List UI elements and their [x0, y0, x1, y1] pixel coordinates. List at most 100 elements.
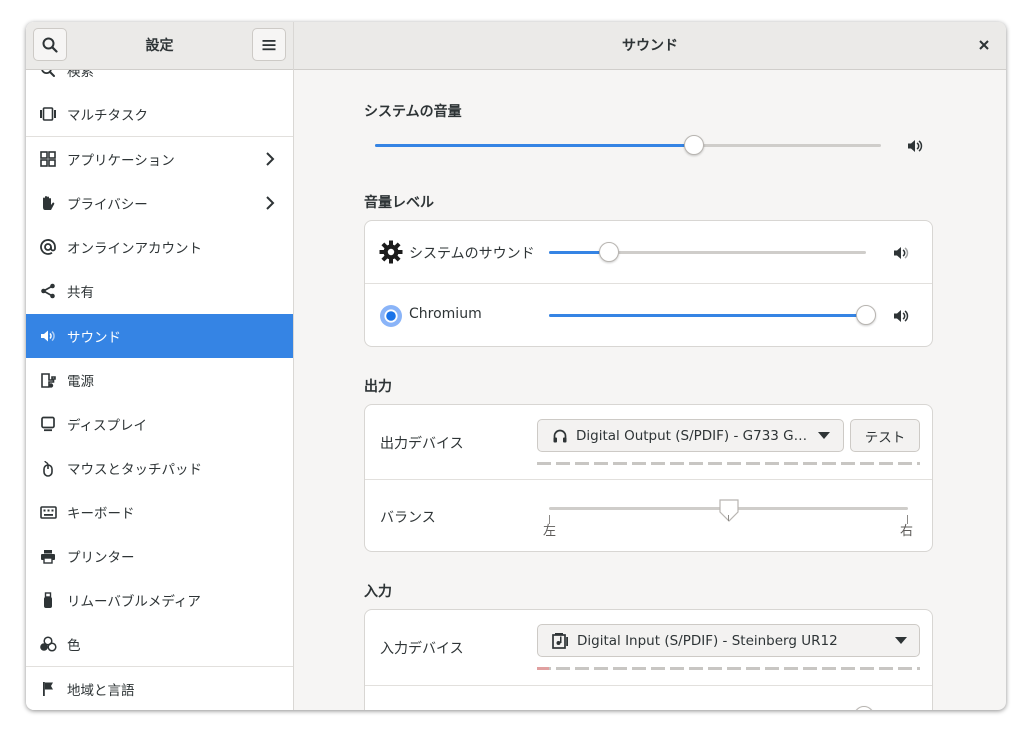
sidebar-item-label: リムーバブルメディア [67, 594, 201, 610]
sidebar-item-online-accounts[interactable]: オンラインアカウント [26, 225, 293, 269]
sidebar-item-mouse-touchpad[interactable]: マウスとタッチパッド [26, 446, 293, 490]
output-heading: 出力 [364, 379, 392, 395]
speaker-icon [892, 244, 910, 262]
output-device-value: Digital Output (S/PDIF) - G733 Gaming He… [576, 427, 808, 444]
sidebar-item-label: マウスとタッチパッド [67, 462, 202, 478]
sidebar-item-search[interactable]: 検索 [26, 70, 293, 92]
sidebar-item-label: プリンター [67, 550, 135, 566]
headphones-icon [553, 429, 567, 442]
sidebar-item-label: マルチタスク [67, 108, 148, 124]
volume-levels-card: システムのサウンド Chromium [364, 220, 933, 347]
sidebar-item-removable-media[interactable]: リムーバブルメディア [26, 578, 293, 622]
slider-fill [375, 144, 694, 147]
apps-grid-icon [39, 150, 57, 168]
sidebar-item-color[interactable]: 色 [26, 622, 293, 666]
sidebar-item-label: ディスプレイ [67, 418, 148, 434]
keyboard-icon [39, 503, 57, 521]
chromium-label: Chromium [409, 306, 482, 322]
sidebar-item-printers[interactable]: プリンター [26, 534, 293, 578]
sidebar-item-label: プライバシー [67, 197, 148, 213]
volume-levels-heading: 音量レベル [364, 195, 434, 211]
flag-icon [39, 680, 57, 698]
input-volume-knob[interactable] [854, 706, 874, 710]
output-device-label: 出力デバイス [380, 436, 464, 452]
page-title: サウンド [622, 38, 678, 54]
sidebar-item-label: 電源 [67, 374, 94, 390]
sidebar-header: 設定 [26, 22, 293, 70]
balance-tick-center [728, 515, 729, 521]
sidebar-item-label: サウンド [67, 330, 121, 346]
sidebar-item-label: アプリケーション [67, 153, 175, 169]
sidebar-item-sound[interactable]: サウンド [26, 314, 293, 358]
main-menu-button[interactable] [252, 28, 286, 61]
multitasking-icon [39, 105, 57, 123]
chevron-right-icon [266, 196, 275, 210]
input-level-meter [537, 667, 920, 670]
balance-label: バランス [380, 510, 436, 526]
sidebar-item-power[interactable]: 電源 [26, 358, 293, 402]
balance-left-label: 左 [543, 524, 557, 539]
sidebar-item-label: 色 [67, 638, 81, 654]
input-device-dropdown[interactable]: Digital Input (S/PDIF) - Steinberg UR12 [537, 624, 920, 657]
main-header: サウンド [294, 22, 1006, 70]
input-device-label: 入力デバイス [380, 641, 464, 657]
balance-slider[interactable] [549, 499, 908, 522]
sidebar-item-label: 地域と言語 [67, 683, 135, 699]
slider-fill [549, 314, 866, 317]
sidebar-item-applications[interactable]: アプリケーション [26, 137, 293, 181]
sidebar-item-keyboard[interactable]: キーボード [26, 490, 293, 534]
sidebar-item-sharing[interactable]: 共有 [26, 269, 293, 313]
hamburger-menu-icon [262, 39, 276, 50]
printer-icon [39, 547, 57, 565]
usb-drive-icon [39, 591, 57, 609]
row-separator [365, 283, 932, 284]
sidebar: 設定 検索 マルチタスク アプリケーション プライバシー オンラインアカウント … [26, 22, 294, 710]
sidebar-item-privacy[interactable]: プライバシー [26, 181, 293, 225]
output-device-dropdown[interactable]: Digital Output (S/PDIF) - G733 Gaming He… [537, 419, 844, 452]
speaker-icon [892, 307, 910, 325]
balance-right-label: 右 [900, 524, 914, 539]
row-separator [365, 479, 932, 480]
output-level-meter [537, 462, 920, 465]
slider-knob[interactable] [856, 305, 876, 325]
input-device-value: Digital Input (S/PDIF) - Steinberg UR12 [577, 632, 838, 649]
mouse-icon [39, 459, 57, 477]
test-button[interactable]: テスト [850, 419, 920, 452]
system-volume-slider[interactable] [375, 135, 881, 155]
gear-icon [379, 240, 403, 264]
sidebar-item-label: 共有 [67, 285, 94, 301]
system-volume-heading: システムの音量 [364, 104, 462, 120]
sidebar-list: 検索 マルチタスク アプリケーション プライバシー オンラインアカウント 共有 … [26, 70, 293, 710]
chromium-slider[interactable] [549, 305, 876, 325]
close-icon [979, 40, 989, 50]
chromium-icon [380, 305, 402, 327]
power-plug-icon [39, 371, 57, 389]
sidebar-item-multitasking[interactable]: マルチタスク [26, 92, 293, 136]
sidebar-item-label: 検索 [67, 70, 94, 80]
sidebar-item-label: オンラインアカウント [67, 241, 202, 257]
input-heading: 入力 [364, 584, 392, 600]
input-card: 入力デバイス Digital Input (S/PDIF) - Steinber… [364, 609, 933, 710]
chevron-right-icon [266, 152, 275, 166]
sidebar-item-displays[interactable]: ディスプレイ [26, 402, 293, 446]
color-icon [39, 635, 57, 653]
slider-knob[interactable] [599, 242, 620, 262]
system-sounds-slider[interactable] [549, 242, 866, 262]
at-icon [39, 238, 57, 256]
row-separator [365, 685, 932, 686]
input-level-peak [537, 667, 549, 670]
speaker-icon [906, 137, 924, 155]
output-card: 出力デバイス Digital Output (S/PDIF) - G733 Ga… [364, 404, 933, 552]
audio-card-icon [552, 633, 568, 649]
slider-knob[interactable] [683, 135, 704, 155]
close-button[interactable] [972, 33, 996, 57]
sidebar-item-label: キーボード [67, 506, 135, 522]
sidebar-item-region-language[interactable]: 地域と言語 [26, 667, 293, 710]
system-sounds-label: システムのサウンド [409, 246, 535, 262]
monitor-icon [39, 415, 57, 433]
speaker-icon [39, 327, 57, 345]
hand-icon [39, 194, 57, 212]
dropdown-arrow-icon [895, 636, 907, 644]
share-icon [39, 282, 57, 300]
dropdown-arrow-icon [818, 431, 830, 439]
